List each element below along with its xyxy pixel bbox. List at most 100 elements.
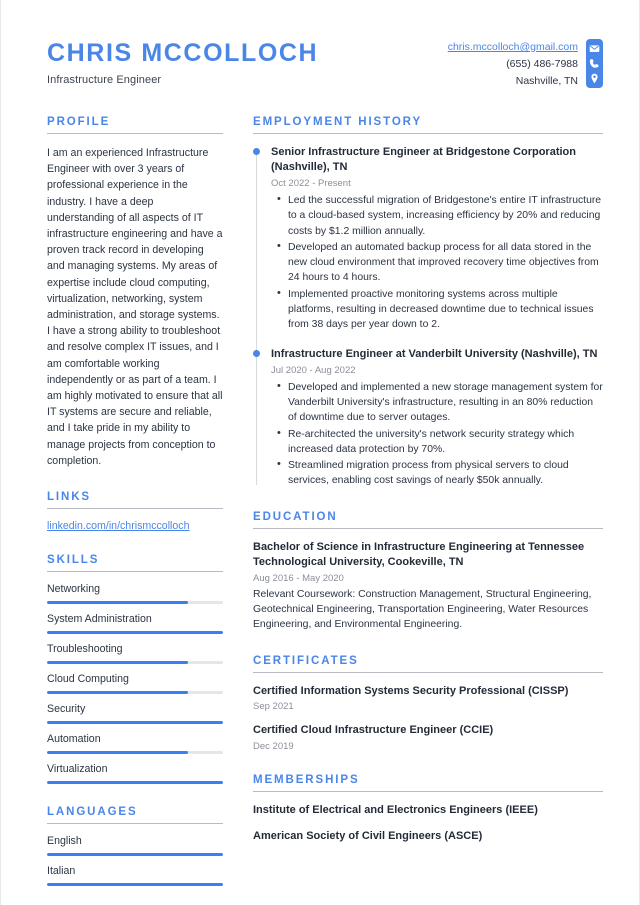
- skill-level-track: [47, 631, 223, 635]
- contact-block: chris.mccolloch@gmail.com (655) 486-7988…: [448, 36, 603, 90]
- section-education: EDUCATION Bachelor of Science in Infrast…: [253, 511, 603, 633]
- divider: [47, 508, 223, 510]
- location-pin-icon: [589, 73, 600, 84]
- employment-bullet: Developed an automated backup process fo…: [277, 239, 603, 286]
- employment-timeline: Senior Infrastructure Engineer at Bridge…: [253, 145, 603, 489]
- divider: [47, 133, 223, 134]
- skill-item: Cloud Computing: [47, 673, 223, 695]
- section-skills: SKILLS Networking System Administration Tr…: [47, 554, 223, 785]
- contact-icon-strip: [586, 39, 603, 88]
- contact-location: Nashville, TN: [515, 75, 578, 87]
- contact-email-link[interactable]: chris.mccolloch@gmail.com: [448, 41, 578, 53]
- skill-label: System Administration: [47, 613, 152, 626]
- section-title-profile: PROFILE: [47, 116, 111, 128]
- language-level-fill: [47, 883, 223, 887]
- candidate-job-title: Infrastructure Engineer: [47, 73, 162, 86]
- education-description: Relevant Coursework: Construction Manage…: [253, 588, 592, 631]
- skill-item: Networking: [47, 583, 223, 605]
- resume-page: CHRIS MCCOLLOCH Infrastructure Engineer …: [0, 0, 640, 905]
- skill-item: Security: [47, 703, 223, 725]
- envelope-icon: [589, 43, 600, 54]
- timeline-dot-icon: [253, 349, 260, 357]
- employment-date-range: Oct 2022 - Present: [271, 178, 351, 189]
- skill-level-fill: [47, 691, 188, 695]
- skill-level-fill: [47, 661, 188, 665]
- section-title-languages: LANGUAGES: [47, 806, 138, 819]
- employment-job-title: Infrastructure Engineer at Vanderbilt Un…: [271, 347, 598, 360]
- skill-item: Troubleshooting: [47, 643, 223, 665]
- skill-item: System Administration: [47, 613, 223, 635]
- resume-columns: PROFILE I am an experienced Infrastructu…: [1, 90, 639, 895]
- membership-item: Institute of Electrical and Electronics …: [253, 803, 603, 819]
- section-title-education: EDUCATION: [253, 510, 338, 523]
- candidate-name: CHRIS MCCOLLOCH: [47, 39, 319, 67]
- skill-level-track: [47, 751, 223, 755]
- employment-bullet: Developed and implemented a new storage …: [277, 379, 603, 426]
- skill-label: Troubleshooting: [47, 643, 123, 656]
- right-column: EMPLOYMENT HISTORY Senior Infrastructure…: [253, 116, 603, 895]
- section-profile: PROFILE I am an experienced Infrastructu…: [47, 116, 223, 469]
- resume-header: CHRIS MCCOLLOCH Infrastructure Engineer …: [1, 0, 639, 90]
- skill-level-track: [47, 691, 223, 695]
- skill-level-fill: [47, 721, 223, 725]
- skill-level-fill: [47, 781, 223, 785]
- skill-level-track: [47, 721, 223, 725]
- certificate-date: Dec 2019: [253, 740, 294, 752]
- skill-level-fill: [47, 631, 223, 635]
- skill-label: Cloud Computing: [47, 673, 129, 686]
- employment-bullet: Led the successful migration of Bridgest…: [277, 192, 603, 239]
- skill-label: Automation: [47, 733, 101, 746]
- skill-level-track: [47, 781, 223, 785]
- divider: [253, 527, 603, 529]
- divider: [47, 571, 223, 573]
- employment-bullet-list: Developed and implemented a new storage …: [271, 379, 603, 489]
- phone-icon: [589, 58, 600, 69]
- membership-title: Institute of Electrical and Electronics …: [253, 803, 538, 816]
- language-level-fill: [47, 853, 223, 857]
- skill-level-track: [47, 601, 223, 605]
- skill-label: Networking: [47, 583, 100, 596]
- language-item: English: [47, 835, 223, 857]
- section-title-employment: EMPLOYMENT HISTORY: [253, 116, 423, 128]
- employment-bullet: Implemented proactive monitoring systems…: [277, 286, 603, 333]
- skill-level-fill: [47, 601, 188, 605]
- employment-item: Senior Infrastructure Engineer at Bridge…: [253, 145, 603, 333]
- divider: [253, 671, 603, 673]
- section-employment-history: EMPLOYMENT HISTORY Senior Infrastructure…: [253, 116, 603, 489]
- employment-job-title: Senior Infrastructure Engineer at Bridge…: [271, 146, 576, 173]
- languages-list: English Italian: [47, 835, 223, 887]
- employment-date-range: Jul 2020 - Aug 2022: [271, 364, 356, 376]
- language-level-track: [47, 883, 223, 887]
- divider: [47, 823, 223, 825]
- section-memberships: MEMBERSHIPS Institute of Electrical and …: [253, 774, 603, 845]
- skill-label: Virtualization: [47, 763, 108, 776]
- skill-item: Virtualization: [47, 763, 223, 785]
- divider: [253, 133, 603, 134]
- skill-label: Security: [47, 703, 86, 716]
- section-certificates: CERTIFICATES Certified Information Syste…: [253, 655, 603, 752]
- membership-item: American Society of Civil Engineers (ASC…: [253, 829, 603, 845]
- contact-lines: chris.mccolloch@gmail.com (655) 486-7988…: [448, 39, 586, 90]
- link-item[interactable]: linkedin.com/in/chrismccolloch: [47, 520, 223, 532]
- employment-bullet: Streamlined migration process from physi…: [277, 457, 603, 489]
- skill-item: Automation: [47, 733, 223, 755]
- skills-list: Networking System Administration Troublesh…: [47, 583, 223, 785]
- certificates-list: Certified Information Systems Security P…: [253, 684, 603, 752]
- language-label: Italian: [47, 865, 76, 878]
- employment-bullet-list: Led the successful migration of Bridgest…: [271, 192, 603, 333]
- name-block: CHRIS MCCOLLOCH Infrastructure Engineer: [47, 36, 319, 86]
- section-title-links: LINKS: [47, 491, 91, 504]
- section-title-skills: SKILLS: [47, 554, 100, 567]
- section-title-certificates: CERTIFICATES: [253, 654, 359, 667]
- memberships-list: Institute of Electrical and Electronics …: [253, 803, 603, 845]
- membership-title: American Society of Civil Engineers (ASC…: [253, 830, 483, 843]
- certificate-title: Certified Cloud Infrastructure Engineer …: [253, 724, 494, 737]
- certificate-title: Certified Information Systems Security P…: [253, 684, 569, 697]
- section-languages: LANGUAGES English Italian: [47, 806, 223, 887]
- certificate-date: Sep 2021: [253, 701, 294, 713]
- employment-bullet: Re-architected the university's network …: [277, 426, 603, 458]
- language-item: Italian: [47, 865, 223, 887]
- contact-email-row: chris.mccolloch@gmail.com: [448, 39, 578, 56]
- contact-phone: (655) 486-7988: [506, 58, 578, 70]
- section-title-memberships: MEMBERSHIPS: [253, 773, 360, 786]
